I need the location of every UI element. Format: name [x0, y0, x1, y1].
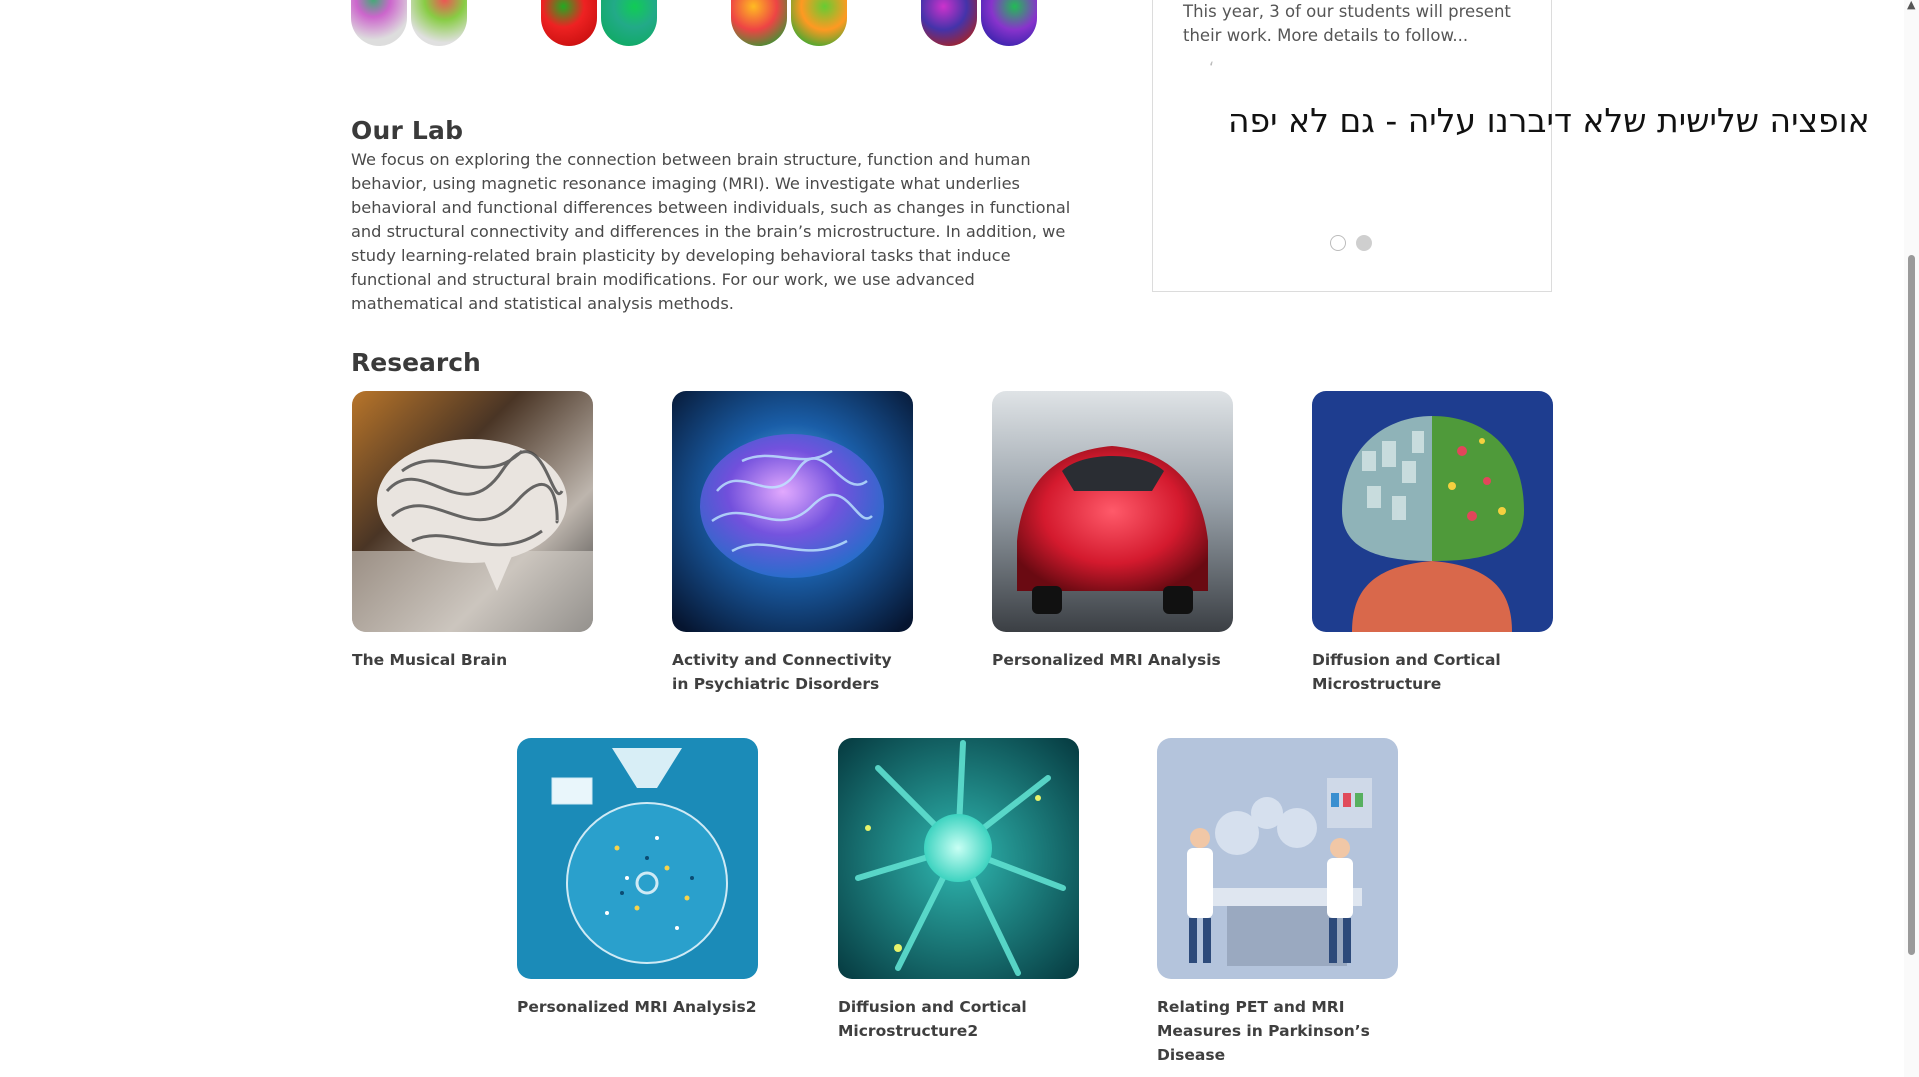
news-text: This year, 3 of our students will presen… [1183, 2, 1511, 45]
carousel-dots [1330, 235, 1372, 251]
research-card-musical-brain[interactable]: The Musical Brain [352, 391, 593, 672]
research-card-diffusion[interactable]: Diffusion and Cortical Microstructure [1312, 391, 1553, 696]
research-card-parkinsons[interactable]: Relating PET and MRI Measures in Parkins… [1157, 738, 1398, 1067]
brain-images-strip [351, 0, 1076, 50]
research-card-label[interactable]: The Musical Brain [352, 648, 593, 672]
research-card-label[interactable]: Personalized MRI Analysis2 [517, 995, 758, 1019]
research-image-neuron[interactable] [838, 738, 1079, 979]
carousel-dot-1[interactable] [1330, 235, 1346, 251]
hebrew-overflow-text: אופציה שלישית שלא דיברנו עליה - גם לא יפ… [1228, 101, 1870, 140]
research-image-sheet-music-brain[interactable] [352, 391, 593, 632]
research-card-diffusion-2[interactable]: Diffusion and Cortical Microstructure2 [838, 738, 1079, 1043]
research-card-personalized-mri-2[interactable]: Personalized MRI Analysis2 [517, 738, 758, 1019]
research-image-data-funnel[interactable] [517, 738, 758, 979]
research-image-glowing-brain[interactable] [672, 391, 913, 632]
research-card-label[interactable]: Diffusion and Cortical Microstructure [1312, 648, 1553, 696]
research-heading: Research [351, 348, 481, 377]
research-card-label[interactable]: Activity and Connectivity in Psychiatric… [672, 648, 913, 696]
scroll-thumb[interactable] [1908, 255, 1915, 955]
research-card-label[interactable]: Relating PET and MRI Measures in Parkins… [1157, 995, 1398, 1067]
research-card-label[interactable]: Diffusion and Cortical Microstructure2 [838, 995, 1079, 1043]
news-carousel: This year, 3 of our students will presen… [1152, 0, 1552, 292]
scroll-up-arrow-icon[interactable]: ▲ [1907, 0, 1915, 11]
page-scrollbar[interactable]: ▲ [1904, 0, 1919, 1077]
research-image-split-brain[interactable] [1312, 391, 1553, 632]
quote-mark-icon: ‘ [1209, 58, 1215, 77]
brain-image-activation-2 [731, 0, 847, 46]
research-image-red-car[interactable] [992, 391, 1233, 632]
research-card-personalized-mri[interactable]: Personalized MRI Analysis [992, 391, 1233, 672]
carousel-dot-2[interactable] [1356, 235, 1372, 251]
our-lab-section: Our Lab We focus on exploring the connec… [351, 116, 1081, 316]
research-image-lab-scientists[interactable] [1157, 738, 1398, 979]
research-card-psychiatric[interactable]: Activity and Connectivity in Psychiatric… [672, 391, 913, 696]
brain-image-activation-3 [921, 0, 1037, 46]
our-lab-heading: Our Lab [351, 116, 464, 145]
our-lab-description: We focus on exploring the connection bet… [351, 150, 1071, 313]
brain-image-activation-1 [541, 0, 657, 46]
brain-image-tractography [351, 0, 467, 46]
research-card-label[interactable]: Personalized MRI Analysis [992, 648, 1233, 672]
